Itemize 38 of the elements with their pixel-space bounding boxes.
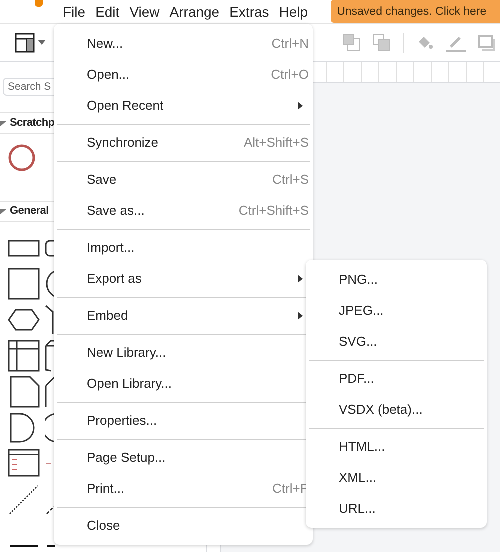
menu-item[interactable]: Import...	[54, 232, 313, 263]
menu-item[interactable]: XML...	[306, 462, 487, 493]
menu-bar-item[interactable]: View	[124, 4, 165, 20]
square-shape-icon[interactable]	[8, 268, 40, 300]
layout-icon	[15, 32, 35, 52]
table-shape-icon[interactable]	[8, 340, 40, 372]
menu-item[interactable]: Open Recent	[54, 90, 313, 121]
menu-item[interactable]: Save Ctrl+S	[54, 164, 313, 195]
caret-icon	[38, 40, 46, 45]
menu-item[interactable]: PNG...	[306, 264, 487, 295]
menu-item[interactable]: URL...	[306, 493, 487, 524]
menu-item[interactable]: HTML...	[306, 431, 487, 462]
menu-item[interactable]: SVG...	[306, 326, 487, 357]
menu-item[interactable]: Save as... Ctrl+Shift+S	[54, 195, 313, 226]
menu-item[interactable]: New... Ctrl+N	[54, 28, 313, 59]
menu-item[interactable]: JPEG...	[306, 295, 487, 326]
layout-button[interactable]	[15, 32, 46, 52]
unsaved-changes-notice[interactable]: Unsaved changes. Click here	[331, 0, 500, 23]
submenu-arrow-icon	[298, 102, 303, 110]
list-shape-icon[interactable]	[8, 448, 40, 480]
collapse-triangle-icon[interactable]	[0, 120, 7, 126]
menu-item[interactable]: VSDX (beta)...	[306, 394, 487, 425]
menu-bar-item[interactable]: Edit	[90, 4, 125, 20]
submenu-arrow-icon	[298, 312, 303, 320]
circle-shape-icon[interactable]	[8, 144, 36, 172]
menu-bar-item[interactable]: Extras	[224, 4, 274, 20]
document-shape-icon[interactable]	[8, 376, 40, 408]
menu-item[interactable]: Synchronize Alt+Shift+S	[54, 127, 313, 158]
collapse-triangle-icon[interactable]	[0, 208, 7, 215]
submenu-arrow-icon	[298, 274, 303, 282]
dotted-line-shape-icon[interactable]	[8, 484, 40, 516]
menu-bar-item[interactable]: File	[58, 4, 91, 20]
menu-item[interactable]: Open... Ctrl+O	[54, 59, 313, 90]
section-title[interactable]: General	[10, 205, 49, 218]
menu-bar-item[interactable]: Help	[274, 4, 314, 20]
menu-bar-item[interactable]: Arrange	[164, 4, 225, 20]
menu-item[interactable]: PDF...	[306, 363, 487, 394]
section-title[interactable]: Scratchp	[10, 117, 55, 129]
